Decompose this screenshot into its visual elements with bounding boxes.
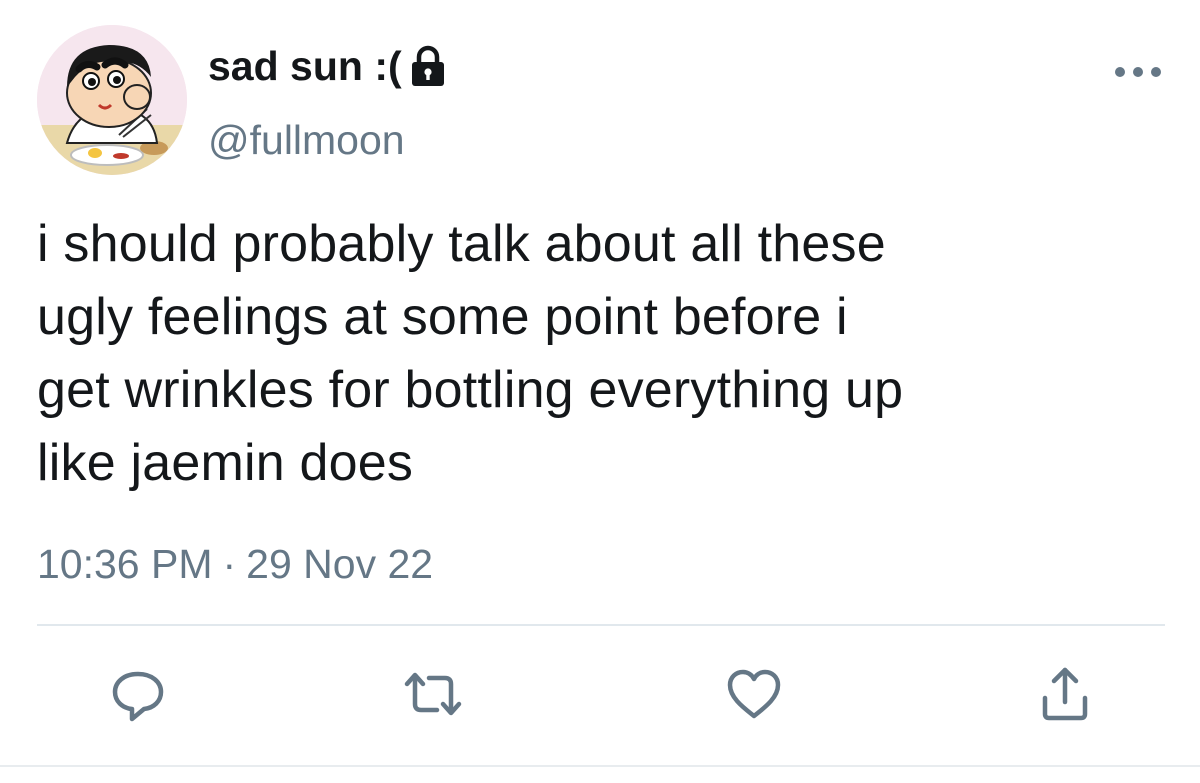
display-name[interactable]: sad sun :( bbox=[208, 40, 402, 92]
tweet-card: sad sun :( @fullmoon i should probably t… bbox=[0, 0, 1200, 783]
heart-icon bbox=[727, 669, 781, 719]
lock-icon bbox=[408, 44, 448, 88]
display-name-row[interactable]: sad sun :( bbox=[208, 40, 448, 92]
meta-separator: · bbox=[222, 541, 237, 587]
retweet-icon bbox=[404, 672, 462, 716]
tweet-date[interactable]: 29 Nov 22 bbox=[246, 541, 433, 587]
cartoon-boy-avatar-icon bbox=[37, 25, 187, 175]
like-button[interactable] bbox=[724, 664, 784, 724]
avatar[interactable] bbox=[37, 25, 187, 175]
tweet-text: i should probably talk about all these u… bbox=[37, 215, 904, 492]
user-handle[interactable]: @fullmoon bbox=[208, 114, 405, 166]
tweet-time[interactable]: 10:36 PM bbox=[37, 541, 213, 587]
retweet-button[interactable] bbox=[403, 664, 463, 724]
bottom-divider bbox=[0, 765, 1200, 767]
tweet-timestamp[interactable]: 10:36 PM · 29 Nov 22 bbox=[37, 537, 433, 591]
share-icon bbox=[1042, 667, 1088, 721]
reply-button[interactable] bbox=[108, 664, 168, 724]
share-button[interactable] bbox=[1035, 664, 1095, 724]
reply-icon bbox=[112, 671, 164, 722]
more-options-icon[interactable] bbox=[1112, 60, 1164, 84]
divider bbox=[37, 624, 1165, 626]
